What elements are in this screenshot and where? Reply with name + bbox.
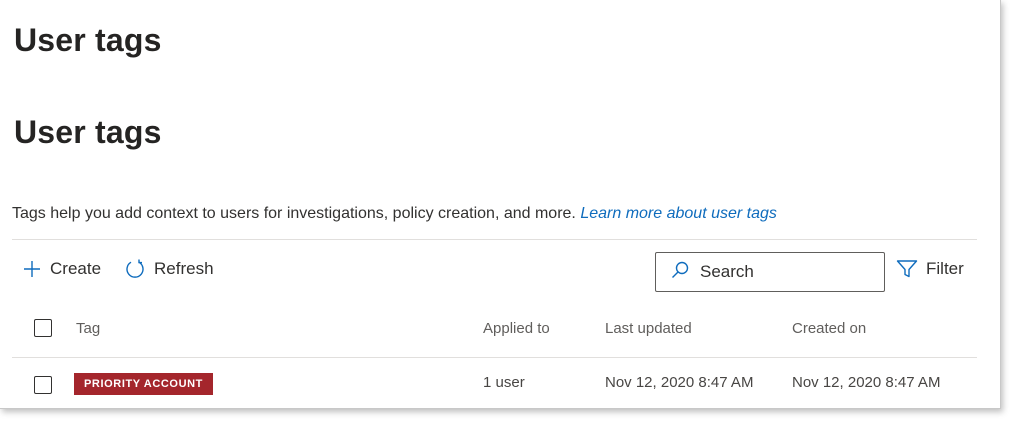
column-header-last-updated[interactable]: Last updated [605, 320, 692, 337]
column-header-tag[interactable]: Tag [76, 320, 100, 337]
filter-label: Filter [926, 259, 964, 278]
cell-applied-to: 1 user [483, 374, 525, 391]
page-title: User tags [14, 22, 162, 58]
user-tags-panel: User tags User tags Tags help you add co… [0, 0, 1001, 409]
section-title: User tags [14, 114, 162, 150]
refresh-label: Refresh [154, 259, 214, 278]
filter-button[interactable]: Filter [896, 255, 964, 283]
refresh-icon [124, 258, 146, 280]
tag-badge: PRIORITY ACCOUNT [74, 373, 213, 395]
table-header-divider [12, 357, 977, 358]
toolbar-divider [12, 239, 977, 240]
column-header-created-on[interactable]: Created on [792, 320, 866, 337]
page-description: Tags help you add context to users for i… [12, 205, 777, 223]
filter-icon [896, 259, 918, 279]
plus-icon [22, 259, 42, 279]
create-button[interactable]: Create [22, 255, 101, 283]
search-placeholder: Search [700, 262, 754, 281]
description-text: Tags help you add context to users for i… [12, 205, 576, 222]
cell-last-updated: Nov 12, 2020 8:47 AM [605, 374, 754, 391]
row-checkbox[interactable] [34, 376, 52, 394]
refresh-button[interactable]: Refresh [124, 255, 214, 283]
cell-created-on: Nov 12, 2020 8:47 AM [792, 374, 941, 391]
learn-more-link[interactable]: Learn more about user tags [580, 205, 777, 222]
select-all-checkbox[interactable] [34, 319, 52, 337]
search-input[interactable]: Search [655, 252, 885, 292]
create-label: Create [50, 259, 102, 278]
column-header-applied-to[interactable]: Applied to [483, 320, 550, 337]
search-icon [670, 260, 690, 285]
